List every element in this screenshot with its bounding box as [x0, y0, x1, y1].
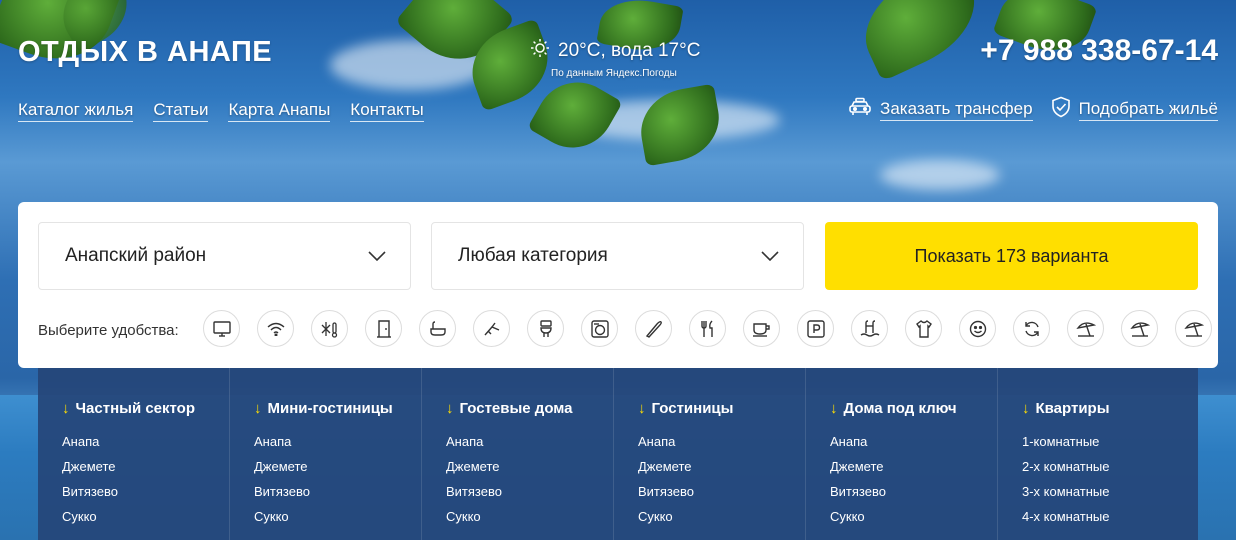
bath-icon[interactable] [419, 310, 456, 347]
category-link[interactable]: Джемете [830, 459, 997, 474]
district-select[interactable]: Анапский район [38, 222, 411, 290]
toilet-icon[interactable] [527, 310, 564, 347]
chevron-down-icon [761, 245, 779, 267]
parking-icon[interactable] [797, 310, 834, 347]
category-title[interactable]: ↓ Дома под ключ [830, 400, 997, 417]
category-column: ↓ Гостиницы Анапа Джемете Витязево Сукко [614, 368, 806, 540]
category-title[interactable]: ↓ Гостиницы [638, 400, 805, 417]
amenities-list [203, 310, 1212, 347]
arrow-down-icon: ↓ [254, 400, 262, 417]
iron-icon[interactable] [635, 310, 672, 347]
sun-icon [530, 38, 550, 64]
washing-machine-icon[interactable] [581, 310, 618, 347]
category-link[interactable]: Витязево [254, 484, 421, 499]
dining-icon[interactable] [689, 310, 726, 347]
category-title[interactable]: ↓ Квартиры [1022, 400, 1190, 417]
weather-source: По данным Яндекс.Погоды [551, 68, 677, 79]
transfer-label: Заказать трансфер [880, 99, 1033, 121]
nav-articles[interactable]: Статьи [153, 100, 209, 122]
site-logo[interactable]: ОТДЫХ В АНАПЕ [18, 36, 272, 69]
category-column: ↓ Квартиры 1-комнатные 2-х комнатные 3-х … [998, 368, 1190, 540]
category-link[interactable]: Витязево [62, 484, 229, 499]
category-title[interactable]: ↓ Гостевые дома [446, 400, 613, 417]
category-link[interactable]: 1-комнатные [1022, 434, 1190, 449]
category-link[interactable]: Джемете [62, 459, 229, 474]
tea-icon[interactable] [743, 310, 780, 347]
district-value: Анапский район [65, 245, 207, 266]
nav-map[interactable]: Карта Анапы [228, 100, 331, 122]
category-link[interactable]: Витязево [638, 484, 805, 499]
category-title[interactable]: ↓ Мини-гостиницы [254, 400, 421, 417]
tv-icon[interactable] [203, 310, 240, 347]
category-link[interactable]: Анапа [446, 434, 613, 449]
arrow-down-icon: ↓ [446, 400, 454, 417]
beach-umbrella-icon[interactable] [1067, 310, 1104, 347]
category-link[interactable]: Сукко [830, 509, 997, 524]
show-results-button[interactable]: Показать 173 варианта [825, 222, 1198, 290]
categories-block: ↓ Частный сектор Анапа Джемете Витязево С… [38, 368, 1198, 540]
shield-check-icon [1051, 96, 1071, 123]
arrow-down-icon: ↓ [638, 400, 646, 417]
beach-umbrella-icon[interactable] [1121, 310, 1158, 347]
category-link[interactable]: 4-х комнатные [1022, 509, 1190, 524]
clothes-icon[interactable] [905, 310, 942, 347]
category-title[interactable]: ↓ Частный сектор [62, 400, 229, 417]
category-link[interactable]: 3-х комнатные [1022, 484, 1190, 499]
order-transfer-link[interactable]: Заказать трансфер [848, 97, 1033, 122]
category-link[interactable]: Сукко [62, 509, 229, 524]
category-link[interactable]: Джемете [254, 459, 421, 474]
category-column: ↓ Частный сектор Анапа Джемете Витязево С… [38, 368, 230, 540]
transfer-icon[interactable] [1013, 310, 1050, 347]
car-icon [848, 97, 872, 122]
category-column: ↓ Дома под ключ Анапа Джемете Витязево Су… [806, 368, 998, 540]
category-link[interactable]: Анапа [254, 434, 421, 449]
weather-widget: 20°C, вода 17°C По данным Яндекс.Погоды [530, 38, 700, 79]
kitchen-icon[interactable] [473, 310, 510, 347]
category-column: ↓ Мини-гостиницы Анапа Джемете Витязево С… [230, 368, 422, 540]
fridge-icon[interactable] [365, 310, 402, 347]
wifi-icon[interactable] [257, 310, 294, 347]
category-link[interactable]: 2-х комнатные [1022, 459, 1190, 474]
category-link[interactable]: Витязево [830, 484, 997, 499]
category-link[interactable]: Витязево [446, 484, 613, 499]
pool-icon[interactable] [851, 310, 888, 347]
chevron-down-icon [368, 245, 386, 267]
nav-contacts[interactable]: Контакты [350, 100, 424, 122]
category-link[interactable]: Анапа [638, 434, 805, 449]
category-link[interactable]: Анапа [830, 434, 997, 449]
ac-icon[interactable] [311, 310, 348, 347]
main-nav: Каталог жилья Статьи Карта Анапы Контакт… [18, 100, 424, 122]
header-actions: Заказать трансфер Подобрать жильё [848, 96, 1218, 123]
weather-text: 20°C, вода 17°C [558, 40, 701, 61]
category-link[interactable]: Сукко [254, 509, 421, 524]
category-link[interactable]: Джемете [446, 459, 613, 474]
category-value: Любая категория [458, 245, 608, 266]
beach-umbrella-icon[interactable] [1175, 310, 1212, 347]
kids-icon[interactable] [959, 310, 996, 347]
search-panel: Анапский район Любая категория Показать … [18, 202, 1218, 368]
category-link[interactable]: Сукко [638, 509, 805, 524]
category-link[interactable]: Джемете [638, 459, 805, 474]
arrow-down-icon: ↓ [830, 400, 838, 417]
category-link[interactable]: Сукко [446, 509, 613, 524]
arrow-down-icon: ↓ [62, 400, 70, 417]
amenities-label: Выберите удобства: [38, 322, 179, 339]
arrow-down-icon: ↓ [1022, 400, 1030, 417]
category-select[interactable]: Любая категория [431, 222, 804, 290]
category-link[interactable]: Анапа [62, 434, 229, 449]
pick-housing-link[interactable]: Подобрать жильё [1051, 96, 1218, 123]
category-column: ↓ Гостевые дома Анапа Джемете Витязево Су… [422, 368, 614, 540]
phone-number[interactable]: +7 988 338-67-14 [980, 34, 1218, 68]
nav-catalog[interactable]: Каталог жилья [18, 100, 134, 122]
pick-label: Подобрать жильё [1078, 99, 1218, 121]
